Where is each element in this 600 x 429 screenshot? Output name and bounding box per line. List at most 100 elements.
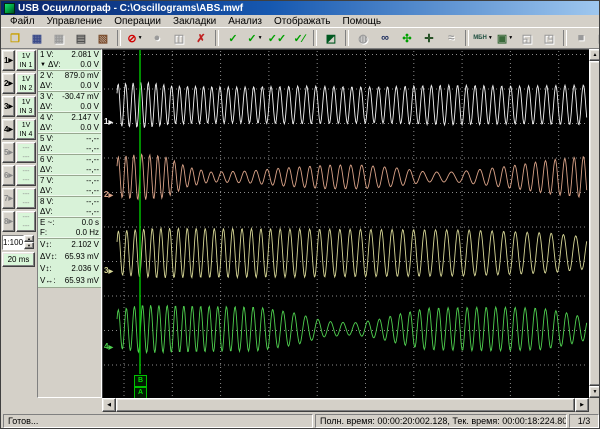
delta-value: 0.0 V	[80, 81, 99, 91]
channel-8-input-button: ------	[16, 211, 36, 232]
marker-arrow-icon: ▶	[108, 120, 113, 126]
measure-channel-number: 7	[40, 176, 44, 186]
channel-3-input-button[interactable]: 1VIN 3	[16, 96, 36, 117]
channel-7-input-button: ------	[16, 188, 36, 209]
accept-skip-button[interactable]: ✓∕	[288, 29, 310, 47]
stop-acquisition-icon: ⊘	[127, 32, 136, 45]
voltage-label: V:	[46, 50, 53, 60]
scroll-left-button[interactable]: ◀	[102, 398, 116, 412]
channel-range-label: 1V	[17, 98, 35, 107]
record-icon: ●	[154, 32, 161, 44]
channel-arrow-icon: ▶	[8, 126, 13, 133]
cursor-measure-label: ΔV↕:	[40, 251, 57, 263]
search-button[interactable]: ∞	[374, 29, 396, 47]
measure-row-2: 2V:879.0 mVΔV:0.0 V	[38, 71, 101, 92]
delta-value: --,--	[86, 207, 99, 217]
accept-next-button[interactable]: ✓▼	[244, 29, 266, 47]
waveform-channel-4	[117, 305, 587, 353]
channel-2-input-button[interactable]: 1VIN 2	[16, 73, 36, 94]
dropdown-caret-icon: ▼	[138, 35, 143, 41]
horizontal-scrollbar[interactable]: ◀▶	[102, 398, 589, 412]
accept-button[interactable]: ✓	[222, 29, 244, 47]
channel-2-zero-marker[interactable]: 2▶	[104, 190, 113, 201]
menu-control[interactable]: Управление	[41, 16, 109, 27]
measure-row-7: 7V:--,--ΔV:--,--	[38, 176, 101, 197]
spin-down-button[interactable]: ▼	[24, 242, 34, 249]
probe-arrows-button[interactable]: ✣	[396, 29, 418, 47]
probe-ratio-field[interactable]: 1:100	[2, 235, 24, 250]
zoom-fragment-icon: ◱	[522, 32, 532, 45]
channel-1-zero-marker[interactable]: 1▶	[104, 117, 113, 128]
voltage-label: V:	[46, 176, 53, 186]
channel-4-zero-marker[interactable]: 4▶	[104, 342, 113, 353]
cursor-measure-line: V↔:65.93 mV	[40, 275, 99, 287]
voltage-value: -30.47 mV	[62, 92, 99, 102]
channel-1-arrow-button[interactable]: 1▶	[2, 50, 15, 71]
export-image-button[interactable]: ▧	[92, 29, 114, 47]
accept-all-button[interactable]: ✓✓	[266, 29, 288, 47]
zoom-reset-button: ◳	[538, 29, 560, 47]
ratio-spinner: ▲▼	[24, 235, 34, 250]
timebase-button[interactable]: 20 ms	[2, 252, 35, 267]
delta-value: --,--	[86, 144, 99, 154]
channel-input-label: ---	[17, 176, 35, 185]
voltage-label: V:	[46, 71, 53, 81]
scroll-down-button[interactable]: ▼	[589, 386, 600, 398]
channel-arrow-icon: ▶	[8, 172, 13, 179]
open-file-button[interactable]: ❒	[4, 29, 26, 47]
menu-analysis[interactable]: Анализ	[222, 16, 268, 27]
channel-4-input-button[interactable]: 1VIN 4	[16, 119, 36, 140]
channel-2-row: 2▶1VIN 2	[2, 73, 36, 94]
menu-bookmarks[interactable]: Закладки	[167, 16, 222, 27]
dropdown-caret-icon: ▼	[488, 35, 493, 41]
vertical-scrollbar[interactable]: ▲▼	[589, 49, 600, 398]
spin-up-button[interactable]: ▲	[24, 235, 34, 242]
menu-operations[interactable]: Операции	[108, 16, 167, 27]
snapshot-button[interactable]: ▣▼	[494, 29, 516, 47]
menu-help[interactable]: Помощь	[337, 16, 388, 27]
menu-file[interactable]: Файл	[4, 16, 41, 27]
delete-marker-button[interactable]: ✗	[190, 29, 212, 47]
channel-5-row: 5▶------	[2, 142, 36, 163]
cursor-measure-label: V↕:	[40, 263, 52, 275]
measure-channel-number: 6	[40, 155, 44, 165]
status-page: 1/3	[569, 414, 599, 428]
voltage-value: --,--	[86, 134, 99, 144]
mbn-mode-button[interactable]: МБН▼	[472, 29, 494, 47]
channel-7-row: 7▶------	[2, 188, 36, 209]
channel-range-label: ---	[17, 144, 35, 153]
voltage-value: 2.147 V	[71, 113, 99, 123]
channel-1-input-button[interactable]: 1VIN 1	[16, 50, 36, 71]
pause-marker-icon: ◫	[174, 32, 184, 45]
invert-screen-button[interactable]: ◩	[320, 29, 342, 47]
measure-crosshair-button[interactable]: ✛	[418, 29, 440, 47]
accept-skip-icon: ✓∕	[293, 32, 304, 45]
channel-3-arrow-button[interactable]: 3▶	[2, 96, 15, 117]
stop-acquisition-button[interactable]: ⊘▼	[124, 29, 146, 47]
scope-display[interactable]: 1▶ 2▶ 3▶ 4▶ BA	[102, 49, 589, 398]
cursor-label-a[interactable]: A	[134, 387, 147, 398]
print-button[interactable]: ▤	[70, 29, 92, 47]
title-bar[interactable]: USB Осциллограф - C:\Oscillograms\ABS.mw…	[1, 1, 599, 15]
cursor-measure-value: 65.93 mV	[65, 251, 99, 263]
channel-range-label: 1V	[17, 75, 35, 84]
scroll-up-button[interactable]: ▲	[589, 49, 600, 61]
menu-view[interactable]: Отображать	[268, 16, 336, 27]
horizontal-scroll-thumb[interactable]	[116, 398, 575, 412]
dropdown-caret-icon: ▼	[508, 35, 513, 41]
channel-2-arrow-button[interactable]: 2▶	[2, 73, 15, 94]
vertical-scroll-thumb[interactable]	[589, 61, 600, 386]
cursor-measure-line: V↕:2.036 V	[40, 263, 99, 275]
cursor-label-b[interactable]: B	[134, 375, 147, 387]
measure-row-6: 6V:--,--ΔV:--,--	[38, 155, 101, 176]
delta-value: --,--	[86, 186, 99, 196]
channel-3-zero-marker[interactable]: 3▶	[104, 266, 113, 277]
scroll-right-button[interactable]: ▶	[575, 398, 589, 412]
channel-5-input-button: ------	[16, 142, 36, 163]
measure-channel-number: 1	[40, 50, 44, 60]
save-file-button[interactable]: ▦	[26, 29, 48, 47]
e-value: 0.0 s	[82, 218, 99, 228]
channel-4-arrow-button[interactable]: 4▶	[2, 119, 15, 140]
channel-range-label: ---	[17, 190, 35, 199]
cursor-measure-line: V↕:2.102 V	[40, 239, 99, 251]
